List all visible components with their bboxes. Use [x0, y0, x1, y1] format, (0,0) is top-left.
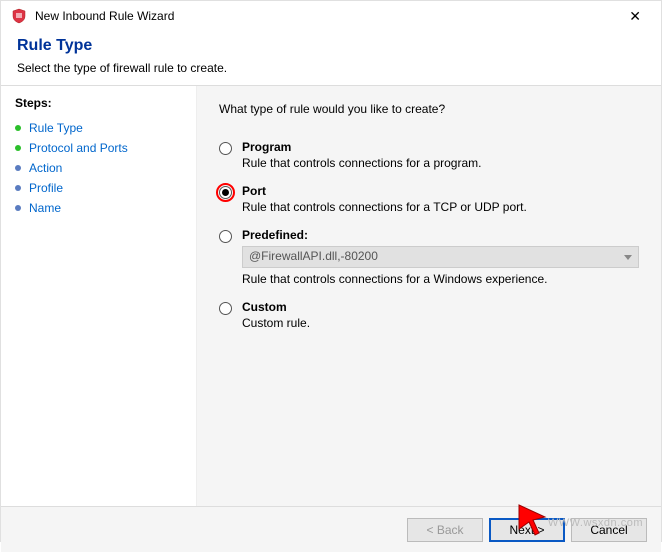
steps-sidebar: Steps: Rule Type Protocol and Ports Acti… [1, 86, 197, 506]
step-bullet-icon [15, 125, 21, 131]
option-body: Program Rule that controls connections f… [242, 140, 639, 170]
option-body: Custom Custom rule. [242, 300, 639, 330]
step-action[interactable]: Action [15, 158, 182, 178]
option-label: Predefined: [242, 228, 639, 242]
titlebar: New Inbound Rule Wizard ✕ [1, 1, 661, 31]
option-program[interactable]: Program Rule that controls connections f… [219, 140, 639, 170]
option-port[interactable]: Port Rule that controls connections for … [219, 184, 639, 214]
step-label: Name [29, 201, 61, 215]
wizard-body: Steps: Rule Type Protocol and Ports Acti… [1, 86, 661, 506]
next-button[interactable]: Next > [489, 518, 565, 542]
step-label: Rule Type [29, 121, 83, 135]
step-label: Profile [29, 181, 63, 195]
close-button[interactable]: ✕ [619, 4, 651, 29]
step-bullet-icon [15, 185, 21, 191]
page-title: Rule Type [17, 37, 645, 55]
radio-port[interactable] [219, 186, 232, 199]
radio-custom[interactable] [219, 302, 232, 315]
back-button: < Back [407, 518, 483, 542]
steps-heading: Steps: [15, 96, 182, 110]
step-protocol-ports[interactable]: Protocol and Ports [15, 138, 182, 158]
option-label: Port [242, 184, 639, 198]
content-pane: What type of rule would you like to crea… [197, 86, 661, 506]
option-label: Custom [242, 300, 639, 314]
option-desc: Rule that controls connections for a pro… [242, 156, 639, 170]
page-subtitle: Select the type of firewall rule to crea… [17, 61, 645, 75]
header: Rule Type Select the type of firewall ru… [1, 31, 661, 85]
step-name[interactable]: Name [15, 198, 182, 218]
rule-type-prompt: What type of rule would you like to crea… [219, 102, 639, 116]
option-desc: Rule that controls connections for a TCP… [242, 200, 639, 214]
step-bullet-icon [15, 205, 21, 211]
step-bullet-icon [15, 165, 21, 171]
footer: < Back Next > Cancel [1, 506, 661, 552]
window-title: New Inbound Rule Wizard [35, 9, 619, 23]
radio-program[interactable] [219, 142, 232, 155]
app-icon [11, 8, 27, 24]
step-label: Protocol and Ports [29, 141, 128, 155]
step-profile[interactable]: Profile [15, 178, 182, 198]
option-desc: Custom rule. [242, 316, 639, 330]
option-desc: Rule that controls connections for a Win… [242, 272, 639, 286]
predefined-select[interactable]: @FirewallAPI.dll,-80200 [242, 246, 639, 268]
step-bullet-icon [15, 145, 21, 151]
option-label: Program [242, 140, 639, 154]
step-label: Action [29, 161, 62, 175]
cancel-button[interactable]: Cancel [571, 518, 647, 542]
step-rule-type[interactable]: Rule Type [15, 118, 182, 138]
radio-predefined[interactable] [219, 230, 232, 243]
option-body: Port Rule that controls connections for … [242, 184, 639, 214]
option-body: Predefined: @FirewallAPI.dll,-80200 Rule… [242, 228, 639, 286]
option-predefined[interactable]: Predefined: @FirewallAPI.dll,-80200 Rule… [219, 228, 639, 286]
option-custom[interactable]: Custom Custom rule. [219, 300, 639, 330]
